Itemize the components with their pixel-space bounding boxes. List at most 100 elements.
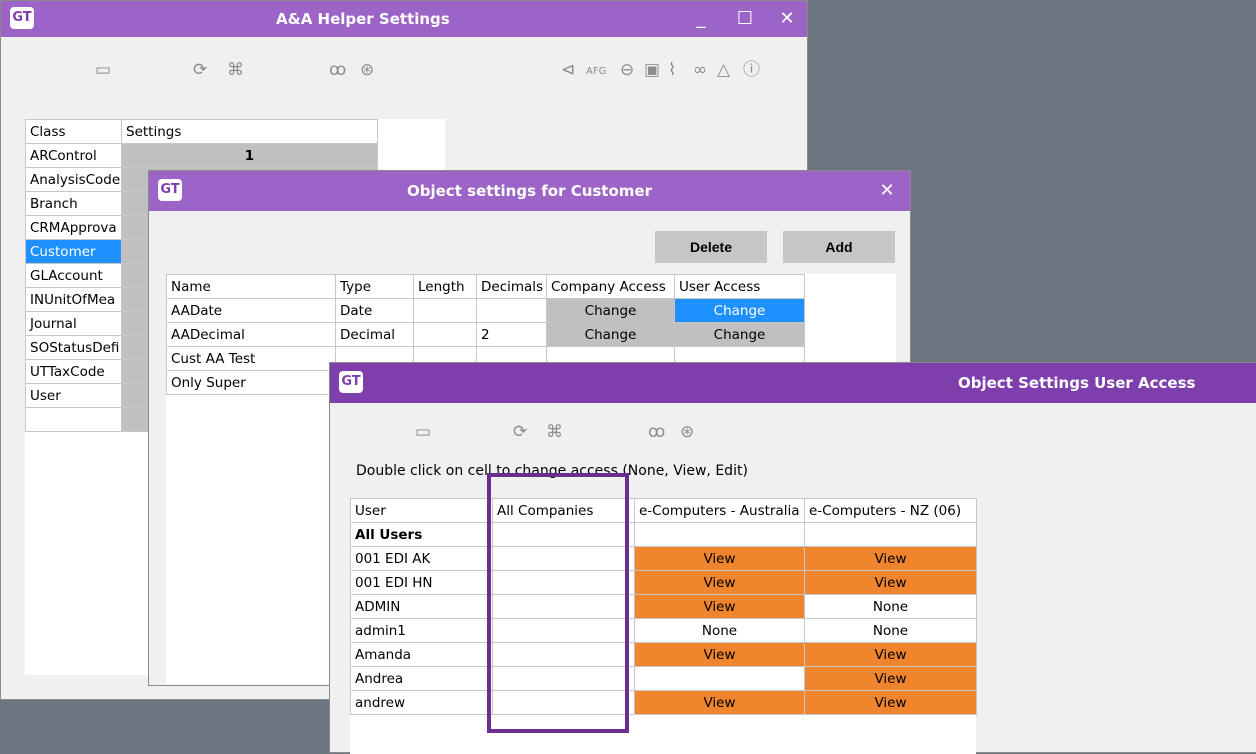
name-cell[interactable]: AADecimal: [166, 322, 336, 347]
class-cell[interactable]: CRMApprova: [25, 215, 122, 240]
class-cell[interactable]: INUnitOfMea: [25, 287, 122, 312]
access-cell[interactable]: [492, 522, 635, 547]
access-cell[interactable]: View: [804, 666, 977, 691]
maximize-button[interactable]: ☐: [729, 1, 761, 37]
document-icon[interactable]: ▣: [644, 60, 660, 80]
compass-icon[interactable]: ⊛: [360, 60, 374, 80]
settings-cell[interactable]: 1: [121, 143, 378, 168]
user-cell[interactable]: Andrea: [350, 666, 493, 691]
column-header[interactable]: Settings: [121, 119, 378, 144]
access-cell[interactable]: View: [634, 642, 805, 667]
access-cell[interactable]: [492, 690, 635, 715]
structure-icon[interactable]: ⌘: [227, 60, 244, 80]
access-cell[interactable]: [492, 594, 635, 619]
access-cell[interactable]: View: [634, 546, 805, 571]
attach-icon[interactable]: ⌇: [668, 60, 676, 80]
close-button[interactable]: ✕: [771, 1, 803, 37]
column-header[interactable]: e-Computers - Australia: [634, 498, 805, 523]
class-cell[interactable]: Journal: [25, 311, 122, 336]
user-cell[interactable]: andrew: [350, 690, 493, 715]
column-header[interactable]: Name: [166, 274, 336, 299]
afg-label[interactable]: AFG: [586, 62, 606, 82]
column-header[interactable]: User: [350, 498, 493, 523]
user-access-change-button[interactable]: Change: [674, 298, 805, 323]
access-cell[interactable]: View: [804, 546, 977, 571]
delete-button[interactable]: Delete: [655, 231, 767, 263]
user-cell[interactable]: Amanda: [350, 642, 493, 667]
type-cell[interactable]: Date: [335, 298, 414, 323]
type-cell[interactable]: Decimal: [335, 322, 414, 347]
column-header[interactable]: Decimals: [476, 274, 547, 299]
column-header[interactable]: e-Computers - NZ (06): [804, 498, 977, 523]
user-cell[interactable]: 001 EDI HN: [350, 570, 493, 595]
title-bar[interactable]: GT A&A Helper Settings _ ☐ ✕: [1, 1, 807, 37]
column-header[interactable]: Type: [335, 274, 414, 299]
minimize-button[interactable]: _: [685, 1, 717, 37]
access-cell[interactable]: View: [634, 570, 805, 595]
column-header[interactable]: User Access: [674, 274, 805, 299]
name-cell[interactable]: Only Super: [166, 370, 336, 395]
class-cell[interactable]: User: [25, 383, 122, 408]
link-icon[interactable]: ∞: [693, 60, 707, 80]
add-button[interactable]: Add: [783, 231, 895, 263]
class-cell[interactable]: ARControl: [25, 143, 122, 168]
class-cell[interactable]: SOStatusDefi: [25, 335, 122, 360]
name-cell[interactable]: Cust AA Test: [166, 346, 336, 371]
decimals-cell[interactable]: 2: [476, 322, 547, 347]
user-cell[interactable]: All Users: [350, 522, 493, 547]
access-cell[interactable]: [634, 666, 805, 691]
access-cell[interactable]: [804, 522, 977, 547]
access-cell[interactable]: [492, 642, 635, 667]
length-cell[interactable]: [413, 298, 477, 323]
access-cell[interactable]: None: [804, 618, 977, 643]
company-access-change-button[interactable]: Change: [546, 298, 675, 323]
binoculars-icon[interactable]: ꝏ: [648, 422, 665, 442]
title-bar[interactable]: GT Object settings for Customer ✕: [149, 171, 910, 211]
help-icon[interactable]: ⓘ: [743, 60, 760, 80]
save-icon[interactable]: ▭: [95, 60, 111, 80]
user-access-change-button[interactable]: Change: [674, 322, 805, 347]
window-title: Object settings for Customer: [407, 182, 652, 200]
access-cell[interactable]: [492, 618, 635, 643]
company-access-change-button[interactable]: Change: [546, 322, 675, 347]
class-cell[interactable]: [25, 407, 122, 432]
access-cell[interactable]: [492, 570, 635, 595]
binoculars-icon[interactable]: ꝏ: [329, 60, 346, 80]
user-cell[interactable]: ADMIN: [350, 594, 493, 619]
class-cell[interactable]: UTTaxCode: [25, 359, 122, 384]
back-icon[interactable]: ⊖: [620, 60, 634, 80]
class-cell[interactable]: GLAccount: [25, 263, 122, 288]
access-cell[interactable]: View: [804, 570, 977, 595]
access-cell[interactable]: [492, 666, 635, 691]
access-cell[interactable]: [634, 522, 805, 547]
decimals-cell[interactable]: [476, 298, 547, 323]
save-icon[interactable]: ▭: [415, 422, 431, 442]
column-header[interactable]: All Companies: [492, 498, 635, 523]
access-cell[interactable]: View: [804, 642, 977, 667]
column-header[interactable]: Company Access: [546, 274, 675, 299]
access-cell[interactable]: [492, 546, 635, 571]
close-button[interactable]: ✕: [871, 171, 903, 211]
length-cell[interactable]: [413, 322, 477, 347]
access-cell[interactable]: None: [634, 618, 805, 643]
tag-icon[interactable]: ⊲: [561, 60, 575, 80]
class-cell-selected[interactable]: Customer: [25, 239, 122, 264]
column-header[interactable]: Class: [25, 119, 122, 144]
gt-logo: GT: [339, 371, 363, 393]
structure-icon[interactable]: ⌘: [546, 422, 563, 442]
class-cell[interactable]: AnalysisCode: [25, 167, 122, 192]
user-cell[interactable]: 001 EDI AK: [350, 546, 493, 571]
access-cell[interactable]: None: [804, 594, 977, 619]
access-cell[interactable]: View: [804, 690, 977, 715]
access-cell[interactable]: View: [634, 594, 805, 619]
refresh-icon[interactable]: ⟳: [513, 422, 527, 442]
warning-icon[interactable]: △: [717, 60, 730, 80]
compass-icon[interactable]: ⊛: [680, 422, 694, 442]
title-bar[interactable]: GT Object Settings User Access: [330, 363, 1256, 403]
access-cell[interactable]: View: [634, 690, 805, 715]
column-header[interactable]: Length: [413, 274, 477, 299]
refresh-icon[interactable]: ⟳: [193, 60, 207, 80]
name-cell[interactable]: AADate: [166, 298, 336, 323]
user-cell[interactable]: admin1: [350, 618, 493, 643]
class-cell[interactable]: Branch: [25, 191, 122, 216]
